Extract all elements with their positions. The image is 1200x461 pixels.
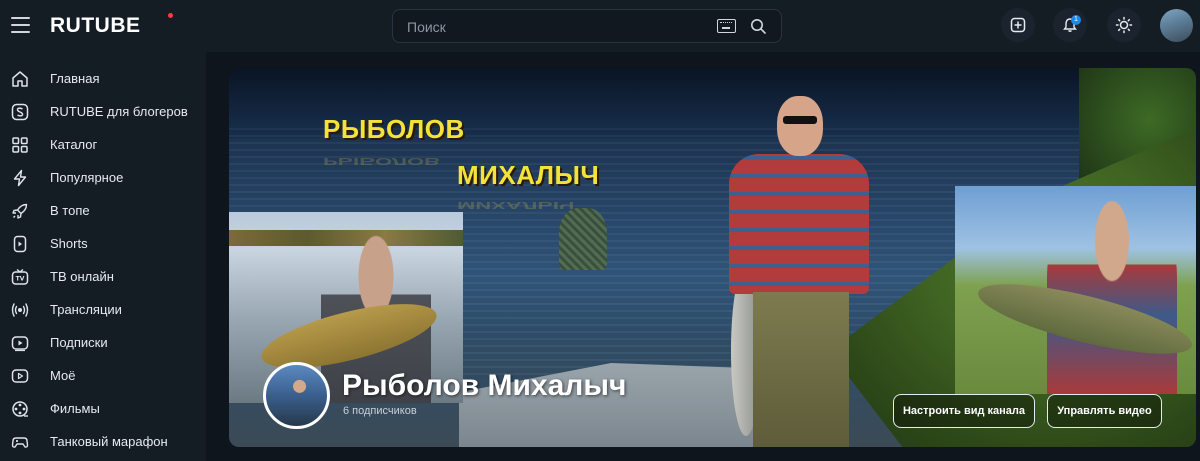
sidebar-item-label: Популярное [50,170,124,185]
keyboard-icon[interactable] [717,19,736,33]
gamepad-icon [11,437,29,448]
sidebar-item-label: Моё [50,368,76,383]
broadcast-icon [11,303,29,317]
sidebar-item-shorts[interactable]: Shorts [0,227,206,260]
banner-fisherman-photo [709,96,889,447]
sidebar-item-tv[interactable]: TV ТВ онлайн [0,260,206,293]
rutube-logo[interactable]: RUTUBE [50,14,141,38]
sidebar-item-label: Танковый марафон [50,434,168,449]
studio-icon [11,103,29,121]
sidebar-item-tank-marathon[interactable]: Танковый марафон [0,425,206,458]
banner-title-line2: МИХАЛЫЧ [457,160,600,190]
notification-badge: 1 [1071,15,1081,25]
tv-icon: TV [11,268,29,285]
grid-icon [12,137,28,153]
banner-sunglasses [783,116,817,124]
sun-icon [1115,16,1133,34]
channel-name: Рыболов Михалыч [342,369,627,402]
shorts-icon [13,235,27,253]
sidebar-item-subscriptions[interactable]: Подписки [0,326,206,359]
banner-fishing-net [559,208,607,270]
sidebar-item-broadcasts[interactable]: Трансляции [0,293,206,326]
sidebar-item-label: Каталог [50,137,98,152]
film-icon [12,401,28,417]
sidebar-item-my[interactable]: Моё [0,359,206,392]
manage-videos-button[interactable]: Управлять видео [1047,394,1162,428]
subscriber-count: 6 подписчиков [343,405,417,417]
sidebar-item-popular[interactable]: Популярное [0,161,206,194]
subscriptions-icon [11,336,29,352]
sidebar-item-label: ТВ онлайн [50,269,114,284]
banner-head [777,96,823,156]
home-icon [12,71,28,87]
sidebar-item-label: Shorts [50,236,88,251]
rocket-icon [12,203,28,219]
sidebar-item-label: Трансляции [50,302,122,317]
sidebar-item-catalog[interactable]: Каталог [0,128,206,161]
upload-button[interactable] [1001,8,1035,42]
sidebar-item-films[interactable]: Фильмы [0,392,206,425]
search-icon[interactable] [750,18,766,34]
sidebar-item-label: Главная [50,71,100,86]
logo-dot [168,13,173,18]
channel-avatar[interactable] [263,362,330,429]
sidebar-item-top[interactable]: В топе [0,194,206,227]
sidebar-item-label: Подписки [50,335,108,350]
sidebar-item-label: Фильмы [50,401,100,416]
banner-title-reflection: РЫБОЛОВ [323,155,441,167]
sidebar-item-bloggers[interactable]: RUTUBE для блогеров [0,95,206,128]
user-avatar[interactable] [1160,9,1193,42]
banner-shirt [729,154,869,294]
my-icon [11,369,29,383]
search-box[interactable] [392,9,782,43]
banner-inset-photo-right [955,186,1196,394]
sidebar-item-label: RUTUBE для блогеров [50,104,188,119]
lightning-icon [13,169,27,187]
top-header: RUTUBE 1 [0,0,1200,52]
banner-pants [753,292,849,447]
banner-title-line1: РЫБОЛОВ [323,114,465,144]
notifications-button[interactable]: 1 [1053,8,1087,42]
sidebar-item-home[interactable]: Главная [0,62,206,95]
banner-title-reflection: МИХАЛЫЧ [457,199,575,211]
search-input[interactable] [407,18,697,36]
menu-icon[interactable] [11,17,30,33]
customize-channel-button[interactable]: Настроить вид канала [893,394,1035,428]
sidebar: Главная RUTUBE для блогеров Каталог Попу… [0,52,206,461]
svg-text:TV: TV [16,276,25,283]
upload-icon [1010,17,1026,33]
theme-toggle-button[interactable] [1107,8,1141,42]
sidebar-item-label: В топе [50,203,90,218]
